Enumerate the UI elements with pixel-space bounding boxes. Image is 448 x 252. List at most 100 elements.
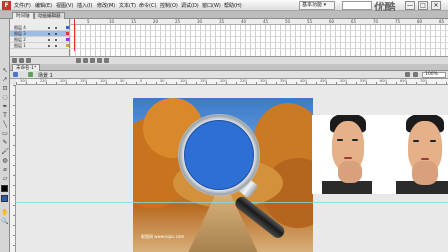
hand [338, 161, 362, 183]
layer-name: 图层 1 [14, 43, 26, 48]
subselection-tool-icon[interactable]: ↗ [1, 76, 9, 83]
menu-view[interactable]: 视图(V) [56, 2, 73, 9]
menu-bar: F 文件(F) 编辑(E) 视图(V) 插入(I) 修改(M) 文本(T) 命令… [0, 0, 448, 14]
ruler-number: 150 [200, 79, 207, 83]
layer-row[interactable]: 图层 1 [10, 43, 70, 49]
frame-number: 10 [109, 19, 115, 24]
visibility-dot-icon[interactable] [48, 27, 50, 29]
menu-commands[interactable]: 命令(C) [139, 2, 156, 9]
frame-number: 55 [307, 19, 313, 24]
ruler-number: 350 [280, 79, 287, 83]
visibility-dot-icon[interactable] [48, 39, 50, 41]
lock-dot-icon[interactable] [55, 27, 57, 29]
tab-timeline[interactable]: 时间轴 [12, 12, 34, 19]
ruler-number: 300 [260, 79, 267, 83]
tab-motion-editor[interactable]: 动画编辑器 [34, 12, 65, 19]
selection-tool-icon[interactable]: ↖ [1, 67, 9, 74]
next-frame-icon[interactable] [97, 58, 102, 63]
new-folder-icon[interactable] [19, 58, 24, 63]
frame-number: 60 [329, 19, 335, 24]
tab-document[interactable]: 未命名-1* [12, 64, 41, 71]
prev-frame-icon[interactable] [83, 58, 88, 63]
menu-debug[interactable]: 调试(D) [181, 2, 199, 9]
ruler-number: 50 [160, 79, 165, 83]
eraser-tool-icon[interactable]: ▱ [1, 175, 9, 182]
faces-photo[interactable] [312, 115, 448, 194]
scene-icon [28, 72, 33, 77]
magnifier-lens[interactable] [184, 120, 254, 190]
menu-edit[interactable]: 编辑(E) [35, 2, 52, 9]
layer-name: 图层 2 [14, 37, 26, 42]
fill-color-swatch[interactable] [1, 195, 8, 202]
first-frame-icon[interactable] [76, 58, 81, 63]
minimize-button[interactable]: — [405, 1, 415, 10]
stage-canvas[interactable]: 昵图网 www.nipic.com [16, 85, 448, 252]
menu-file[interactable]: 文件(F) [14, 2, 31, 9]
play-icon[interactable] [90, 58, 95, 63]
scene-label: 场景 1 [38, 73, 53, 79]
frame-number: 70 [373, 19, 379, 24]
tools-panel: ↖ ↗ ⊡ ◌ ✒ T ╲ ▭ ✎ 🖌 ◍ ⌀ ▱ ✋ 🔍 [0, 19, 10, 252]
hand-tool-icon[interactable]: ✋ [1, 209, 9, 216]
edit-symbol-icon[interactable] [413, 72, 418, 77]
visibility-dot-icon[interactable] [48, 33, 50, 35]
eye [352, 139, 358, 141]
menu-insert[interactable]: 插入(I) [77, 2, 92, 9]
frame-number: 15 [131, 19, 137, 24]
lasso-tool-icon[interactable]: ◌ [1, 94, 9, 101]
lock-dot-icon[interactable] [55, 39, 57, 41]
mouth [344, 157, 352, 159]
frame-row[interactable] [71, 43, 448, 49]
stroke-color-swatch[interactable] [1, 185, 8, 192]
zoom-tool-icon[interactable]: 🔍 [1, 218, 9, 225]
ruler-number: 500 [340, 79, 347, 83]
menu-text[interactable]: 文本(T) [119, 2, 136, 9]
eyedropper-tool-icon[interactable]: ⌀ [1, 166, 9, 173]
timeline-tabs: 时间轴 动画编辑器 [0, 11, 448, 19]
photo-caption: 昵图网 www.nipic.com [141, 234, 185, 239]
brush-tool-icon[interactable]: 🖌 [1, 148, 9, 155]
frame-number: 20 [153, 19, 159, 24]
layer-name: 图层 3 [14, 31, 26, 36]
text-tool-icon[interactable]: T [1, 112, 9, 119]
zoom-dropdown[interactable]: 100% [422, 72, 446, 78]
menu-modify[interactable]: 修改(M) [97, 2, 115, 9]
edit-scene-icon[interactable] [405, 72, 410, 77]
ruler-number: 600 [380, 79, 387, 83]
playhead[interactable] [74, 19, 75, 51]
ruler-number: 550 [360, 79, 367, 83]
pencil-tool-icon[interactable]: ✎ [1, 139, 9, 146]
frame-number: 40 [241, 19, 247, 24]
new-layer-icon[interactable] [12, 58, 17, 63]
layer-color-icon[interactable] [66, 26, 69, 29]
maximize-button[interactable]: □ [418, 1, 428, 10]
bucket-tool-icon[interactable]: ◍ [1, 157, 9, 164]
rectangle-tool-icon[interactable]: ▭ [1, 130, 9, 137]
last-frame-icon[interactable] [104, 58, 109, 63]
close-button[interactable]: ✕ [431, 1, 441, 10]
menu-help[interactable]: 帮助(H) [224, 2, 242, 9]
eye [337, 139, 343, 141]
pen-tool-icon[interactable]: ✒ [1, 103, 9, 110]
workspace-dropdown[interactable]: 基本功能 ▾ [299, 1, 335, 10]
stage-guide-line[interactable] [16, 202, 448, 203]
layer-color-icon[interactable] [66, 32, 69, 35]
transform-tool-icon[interactable]: ⊡ [1, 85, 9, 92]
layer-color-icon[interactable] [66, 38, 69, 41]
mouth [421, 158, 429, 160]
delete-layer-icon[interactable] [26, 58, 31, 63]
lock-dot-icon[interactable] [55, 33, 57, 35]
menu-control[interactable]: 控制(O) [160, 2, 178, 9]
frame-number: 65 [351, 19, 357, 24]
layer-name: 图层 4 [14, 25, 26, 30]
app-logo-icon: F [2, 1, 11, 10]
back-arrow-icon[interactable] [13, 72, 18, 77]
frame-number: 85 [439, 19, 445, 24]
line-tool-icon[interactable]: ╲ [1, 121, 9, 128]
visibility-dot-icon[interactable] [48, 45, 50, 47]
help-search-input[interactable] [342, 1, 372, 10]
layer-color-icon[interactable] [66, 44, 69, 47]
eye [430, 140, 436, 142]
menu-window[interactable]: 窗口(W) [202, 2, 221, 9]
lock-dot-icon[interactable] [55, 45, 57, 47]
